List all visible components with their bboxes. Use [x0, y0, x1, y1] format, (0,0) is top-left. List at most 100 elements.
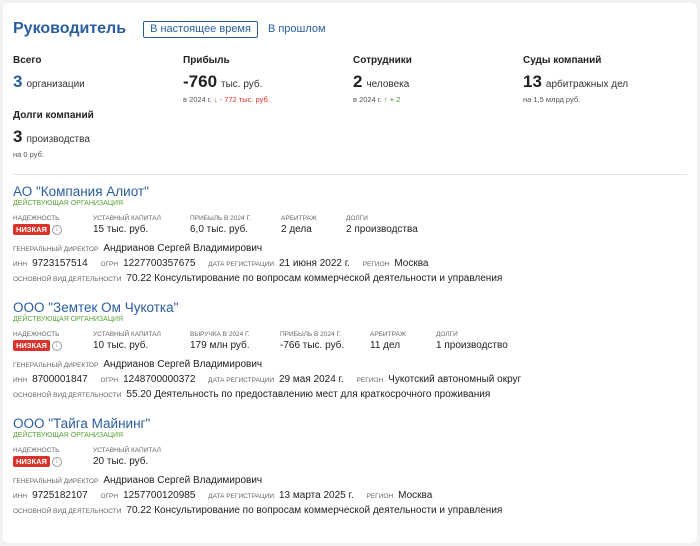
stat-unit: организации	[26, 79, 85, 90]
info-icon[interactable]: i	[51, 224, 62, 235]
reg-date-value: 29 мая 2024 г.	[279, 374, 344, 385]
metric-value: 15 тыс. руб.	[93, 224, 149, 235]
stat-sub: на 1,5 млрд руб.	[523, 95, 581, 104]
metric-reliability: Надежность НИЗКАЯ i	[13, 447, 62, 467]
activity-line: Основной вид деятельности 70.22 Консульти…	[13, 273, 687, 284]
metric-capital: Уставный капитал 10 тыс. руб.	[93, 331, 161, 351]
metric-reliability: Надежность НИЗКАЯ i	[13, 215, 62, 235]
arrow-up-icon: ↑	[383, 95, 388, 104]
stat-unit: тыс. руб.	[221, 79, 263, 90]
company-name-link[interactable]: АО "Компания Алиот"	[13, 184, 687, 199]
divider	[13, 174, 687, 175]
ids-line: ИНН 9723157514 ОГРН 1227700357675 Дата рег…	[13, 258, 687, 269]
inn-value: 9725182107	[32, 490, 88, 501]
company-name-link[interactable]: ООО "Тайга Майнинг"	[13, 416, 687, 431]
activity-line: Основной вид деятельности 70.22 Консульти…	[13, 505, 687, 516]
reg-date-value: 21 июня 2022 г.	[279, 258, 350, 269]
tab-present[interactable]: В настоящее время	[143, 20, 258, 38]
company-metrics: Надежность НИЗКАЯ i Уставный капитал 15 т…	[13, 215, 687, 239]
ogrn-value: 1257700120985	[123, 490, 196, 501]
page-title: Руководитель	[13, 20, 127, 37]
company-name-link[interactable]: ООО "Земтек Ом Чукотка"	[13, 300, 687, 315]
director-line: Генеральный директор Андрианов Сергей Вла…	[13, 359, 687, 370]
metric-label: Уставный капитал	[93, 215, 161, 222]
director-name[interactable]: Андрианов Сергей Владимирович	[103, 359, 262, 370]
director-line: Генеральный директор Андрианов Сергей Вла…	[13, 475, 687, 486]
company-status: ДЕЙСТВУЮЩАЯ ОРГАНИЗАЦИЯ	[13, 200, 124, 207]
metric-label: Надежность	[13, 331, 60, 338]
reg-date-label: Дата регистрации	[208, 377, 274, 384]
info-icon[interactable]: i	[51, 340, 62, 351]
metric-value[interactable]: 11 дел	[370, 340, 406, 351]
stat-profit: Прибыль -760 тыс. руб. в 2024 г. ↓ - 772…	[183, 55, 270, 104]
stat-sub: в 2024 г. ↓ - 772 тыс. руб.	[183, 95, 270, 104]
activity-label: Основной вид деятельности	[13, 392, 122, 399]
company-metrics: Надежность НИЗКАЯ i Уставный капитал 20 т…	[13, 447, 687, 471]
metric-arbitration: Арбитраж 2 дела	[281, 215, 317, 235]
director-label: Генеральный директор	[13, 362, 99, 369]
metric-value: 20 тыс. руб.	[93, 456, 149, 467]
metric-value: 6,0 тыс. руб.	[190, 224, 249, 235]
reliability-badge: НИЗКАЯ	[13, 340, 50, 351]
stat-sub: в 2024 г. ↑ + 2	[353, 95, 412, 104]
activity-line: Основной вид деятельности 55.20 Деятельно…	[13, 389, 687, 400]
region-value: Москва	[394, 258, 429, 269]
metric-label: Прибыль в 2024 г.	[280, 331, 341, 338]
company-card: ООО "Тайга Майнинг" ДЕЙСТВУЮЩАЯ ОРГАНИЗА…	[13, 416, 687, 516]
reg-date-label: Дата регистрации	[208, 493, 274, 500]
director-label: Генеральный директор	[13, 478, 99, 485]
metric-profit: Прибыль в 2024 г. -766 тыс. руб.	[280, 331, 344, 351]
metric-label: Арбитраж	[281, 215, 317, 222]
company-card: АО "Компания Алиот" ДЕЙСТВУЮЩАЯ ОРГАНИЗА…	[13, 184, 687, 284]
metric-label: Долги	[436, 331, 458, 338]
stat-debts: Долги компаний 3 производства на 0 руб.	[13, 110, 94, 159]
info-icon[interactable]: i	[51, 456, 62, 467]
metric-label: Уставный капитал	[93, 331, 161, 338]
metric-value[interactable]: 1 производство	[436, 340, 508, 351]
stat-value: -760	[183, 72, 218, 91]
metric-value: -766 тыс. руб.	[280, 340, 345, 351]
stat-courts: Суды компаний 13 арбитражных дел на 1,5 …	[523, 55, 628, 104]
stat-sub: на 0 руб.	[13, 150, 44, 159]
activity-label: Основной вид деятельности	[13, 508, 122, 515]
ids-line: ИНН 9725182107 ОГРН 1257700120985 Дата рег…	[13, 490, 687, 501]
metric-capital: Уставный капитал 15 тыс. руб.	[93, 215, 161, 235]
tab-past[interactable]: В прошлом	[268, 23, 326, 35]
arrow-down-icon: ↓	[213, 95, 218, 104]
region-value: Москва	[398, 490, 433, 501]
stat-label: Всего	[13, 55, 42, 66]
metric-label: Уставный капитал	[93, 447, 161, 454]
director-name[interactable]: Андрианов Сергей Владимирович	[103, 475, 262, 486]
stat-label: Суды компаний	[523, 55, 602, 66]
stat-value: 2	[353, 72, 363, 91]
inn-label: ИНН	[13, 493, 28, 500]
stat-unit: производства	[26, 134, 90, 145]
ogrn-value: 1248700000372	[123, 374, 196, 385]
region-value: Чукотский автономный округ	[388, 374, 522, 385]
metric-capital: Уставный капитал 20 тыс. руб.	[93, 447, 161, 467]
metric-value[interactable]: 2 производства	[346, 224, 418, 235]
stat-sub-prefix: в 2024 г.	[353, 95, 382, 104]
metric-label: Долги	[346, 215, 368, 222]
region-label: Регион	[356, 377, 384, 384]
ogrn-value: 1227700357675	[123, 258, 196, 269]
reliability-badge: НИЗКАЯ	[13, 456, 50, 467]
metric-value[interactable]: 2 дела	[281, 224, 317, 235]
stat-value: 13	[523, 72, 542, 91]
metric-label: Надежность	[13, 215, 60, 222]
region-label: Регион	[366, 493, 394, 500]
company-status: ДЕЙСТВУЮЩАЯ ОРГАНИЗАЦИЯ	[13, 316, 124, 323]
inn-value: 9723157514	[32, 258, 88, 269]
leader-card: Руководитель В настоящее время В прошлом…	[3, 3, 697, 543]
region-label: Регион	[362, 261, 390, 268]
reg-date-label: Дата регистрации	[208, 261, 274, 268]
director-label: Генеральный директор	[13, 246, 99, 253]
stat-label: Долги компаний	[13, 110, 94, 121]
metric-arbitration: Арбитраж 11 дел	[370, 331, 406, 351]
director-name[interactable]: Андрианов Сергей Владимирович	[103, 243, 262, 254]
stat-unit: арбитражных дел	[545, 79, 629, 90]
stat-label: Прибыль	[183, 55, 230, 66]
header: Руководитель В настоящее время В прошлом	[13, 20, 326, 38]
stat-value[interactable]: 3	[13, 72, 22, 92]
ogrn-label: ОГРН	[100, 261, 119, 268]
